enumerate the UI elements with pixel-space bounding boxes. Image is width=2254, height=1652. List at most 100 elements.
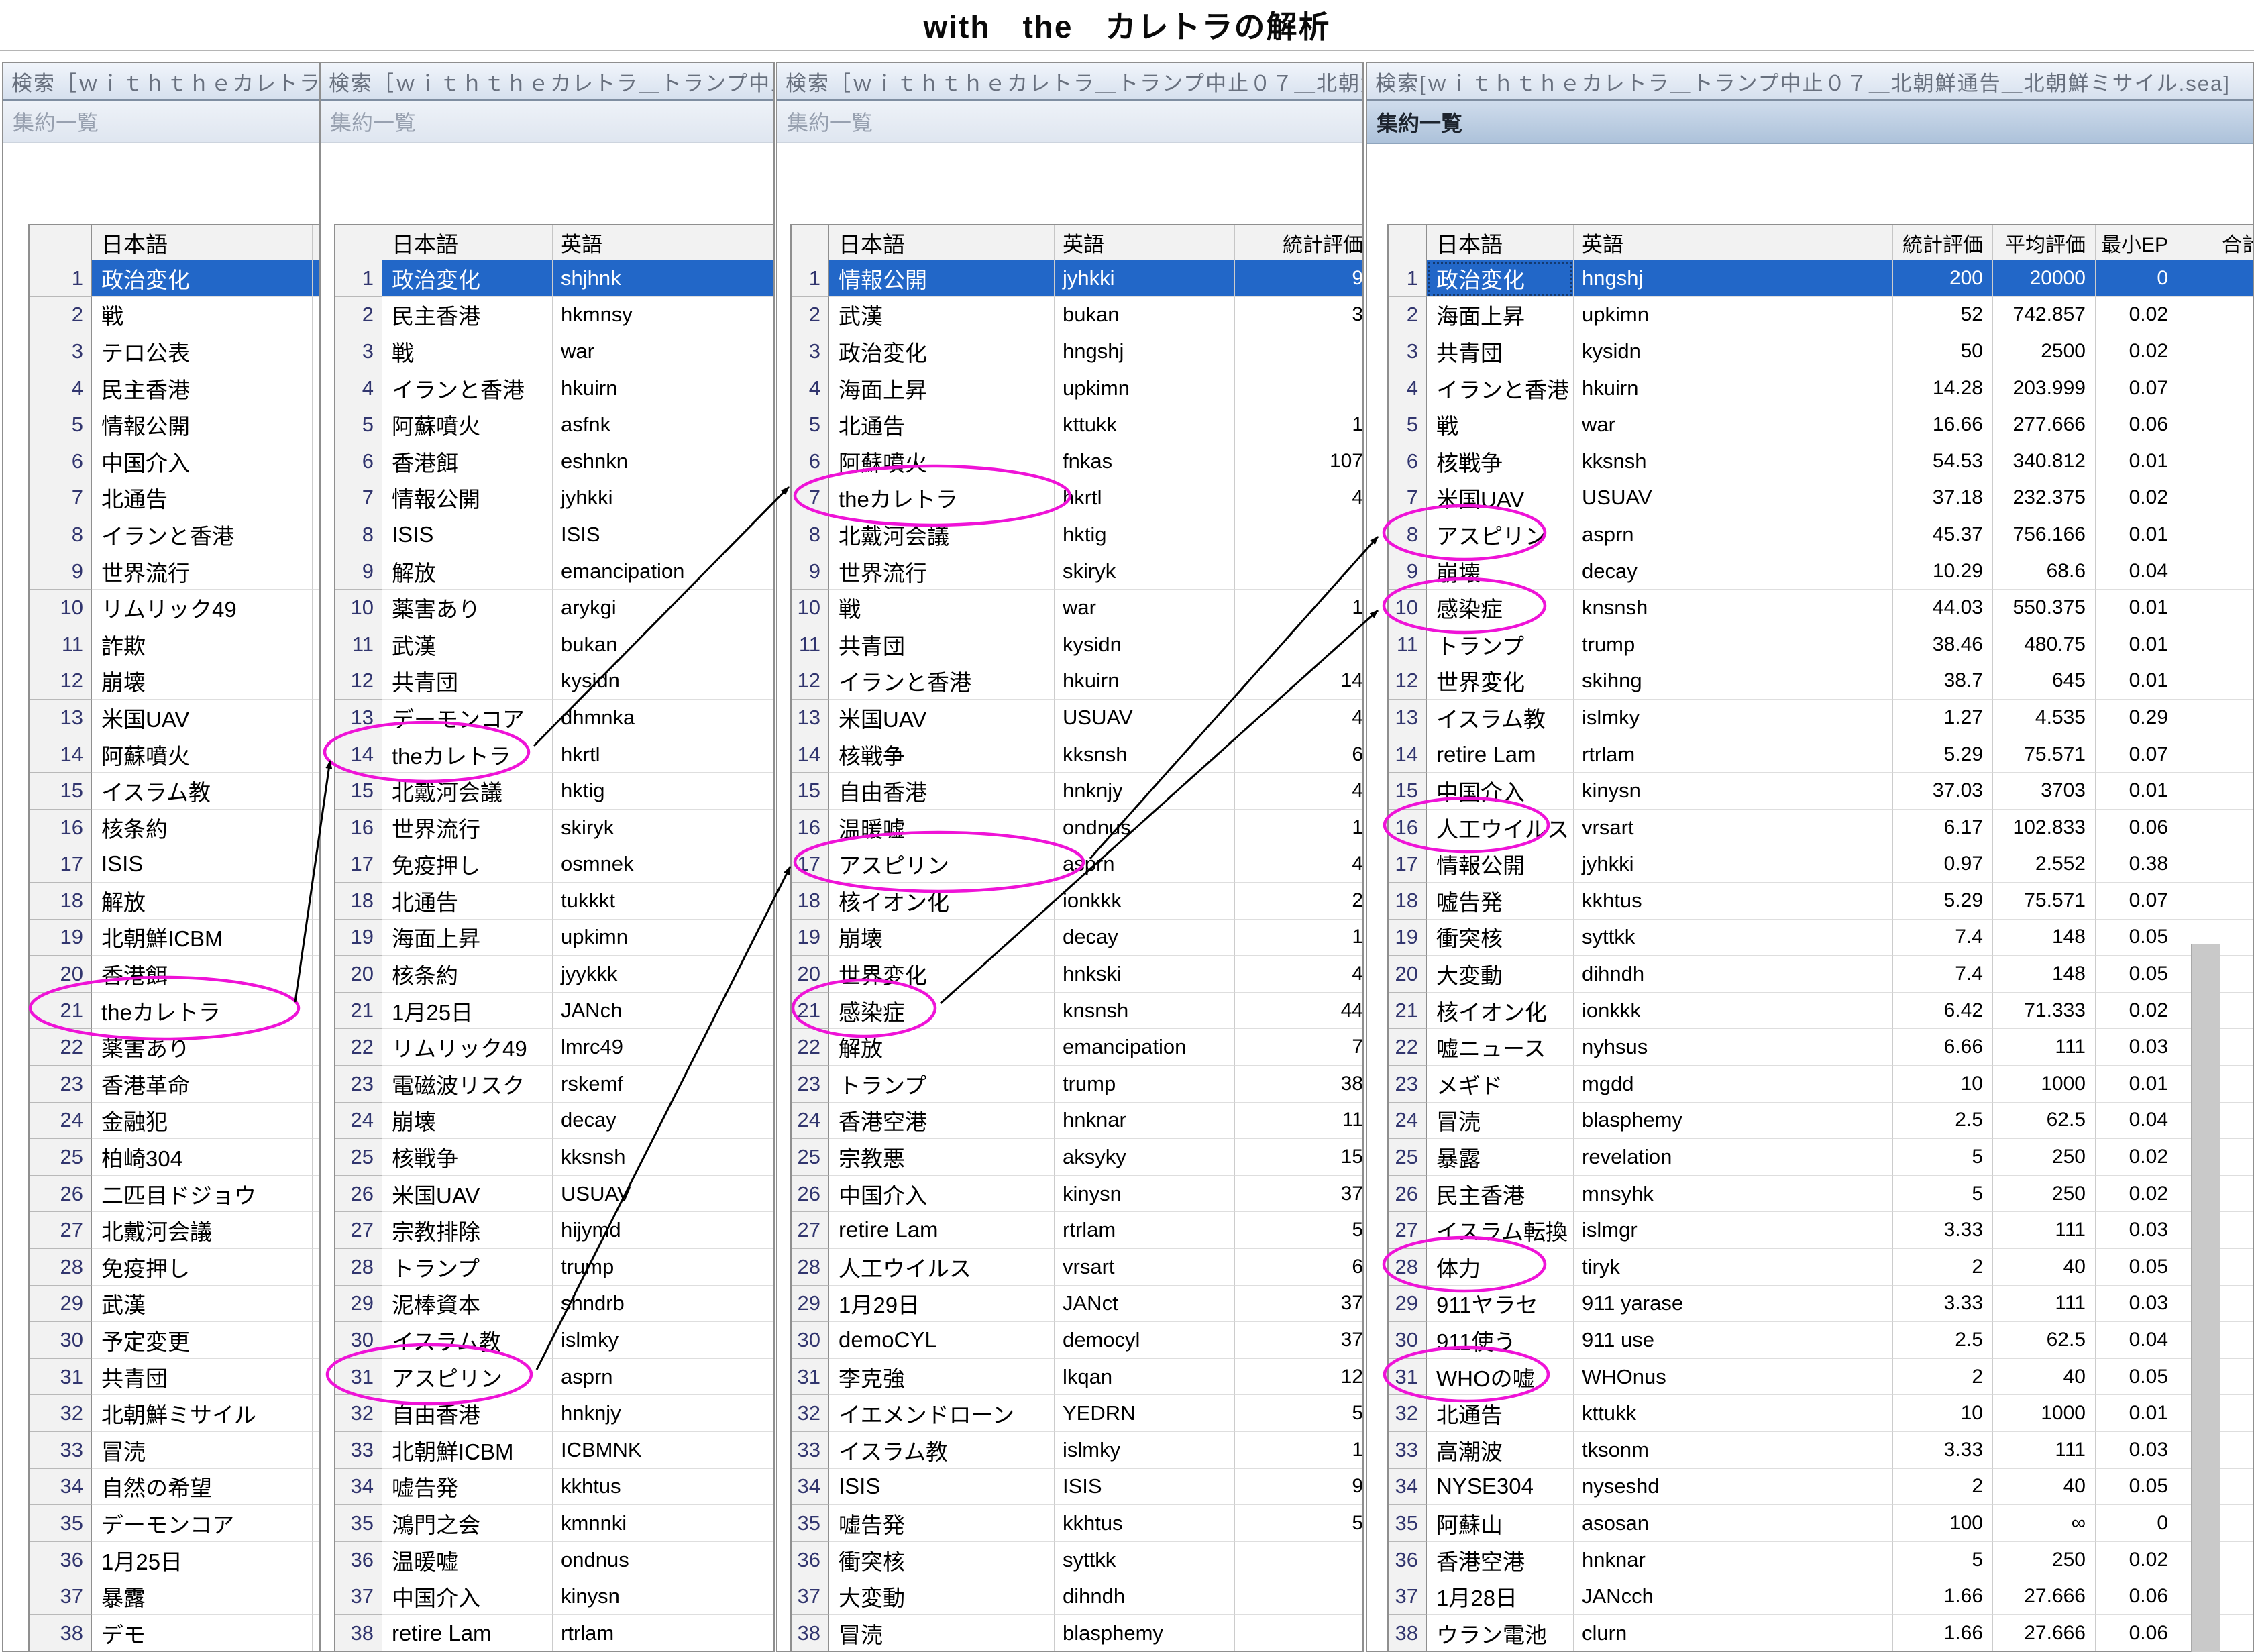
table-row[interactable]: 7北通告 (30, 480, 320, 517)
table-row[interactable]: 26米国UAVUSUAV (335, 1176, 775, 1213)
table-row[interactable]: 30予定変更 (30, 1322, 320, 1359)
table-row[interactable]: 21感染症knsnsh44 (792, 993, 1364, 1030)
table-row[interactable]: 23香港革命 (30, 1066, 320, 1103)
table-row[interactable]: 28体力tiryk2400.05 (1389, 1249, 2254, 1286)
table-row[interactable]: 14retire Lamrtrlam5.2975.5710.07 (1389, 736, 2254, 773)
table-row[interactable]: 11詐欺 (30, 626, 320, 663)
table-row[interactable]: 13イスラム教islmky1.274.5350.29 (1389, 700, 2254, 736)
table-row[interactable]: 4民主香港 (30, 370, 320, 407)
table-row[interactable]: 291月29日JANct37 (792, 1286, 1364, 1323)
table-row[interactable]: 32北通告kttukk1010000.01 (1389, 1395, 2254, 1432)
table-row[interactable]: 3共青団kysidn5025000.02 (1389, 333, 2254, 370)
table-row[interactable]: 36温暖嘘ondnus (335, 1542, 775, 1579)
table-row[interactable]: 30911使う911 use2.562.50.04 (1389, 1322, 2254, 1359)
table-row[interactable]: 3戦war (335, 333, 775, 370)
table-row[interactable]: 18北通告tukkkt (335, 883, 775, 920)
table-row[interactable]: 361月25日 (30, 1542, 320, 1579)
table-row[interactable]: 22リムリック49lmrc49 (335, 1029, 775, 1066)
table-row[interactable]: 4イランと香港hkuirn (335, 370, 775, 407)
table-row[interactable]: 23メギドmgdd1010000.01 (1389, 1066, 2254, 1103)
table-row[interactable]: 20大変動dihndh7.41480.05 (1389, 956, 2254, 993)
table-row[interactable]: 32自由香港hnknjy (335, 1395, 775, 1432)
table-row[interactable]: 6阿蘇噴火fnkas107 (792, 443, 1364, 480)
table-row[interactable]: 33高潮波tksonm3.331110.03 (1389, 1432, 2254, 1469)
table-row[interactable]: 24金融犯 (30, 1103, 320, 1140)
table-row[interactable]: 35嘘告発kkhtus5 (792, 1505, 1364, 1542)
table-row[interactable]: 26民主香港mnsyhk52500.02 (1389, 1176, 2254, 1213)
table-row[interactable]: 20香港餌 (30, 956, 320, 993)
table-row[interactable]: 26中国介入kinysn37 (792, 1176, 1364, 1213)
table-row[interactable]: 19海面上昇upkimn (335, 920, 775, 956)
table-row[interactable]: 6核戦争kksnsh54.53340.8120.01 (1389, 443, 2254, 480)
table-row[interactable]: 2民主香港hkmnsy (335, 297, 775, 334)
table-row[interactable]: 17情報公開jyhkki0.972.5520.38 (1389, 846, 2254, 883)
table-row[interactable]: 18嘘告発kkhtus5.2975.5710.07 (1389, 883, 2254, 920)
table-row[interactable]: 21theカレトラ (30, 993, 320, 1030)
table-row[interactable]: 34嘘告発kkhtus (335, 1469, 775, 1506)
table-row[interactable]: 12共青団kysidn (335, 663, 775, 700)
table-row[interactable]: 10戦war1 (792, 590, 1364, 626)
table-row[interactable]: 28人工ウイルスvrsart6 (792, 1249, 1364, 1286)
table-row[interactable]: 1情報公開jyhkki9 (792, 260, 1364, 297)
table-row[interactable]: 22薬害あり (30, 1029, 320, 1066)
table-row[interactable]: 18核イオン化ionkkk2 (792, 883, 1364, 920)
table-row[interactable]: 20核条約jyykkk (335, 956, 775, 993)
table-row[interactable]: 19衝突核syttkk7.41480.05 (1389, 920, 2254, 956)
table-row[interactable]: 5情報公開 (30, 406, 320, 443)
table-row[interactable]: 17免疫押しosmnek (335, 846, 775, 883)
table-row[interactable]: 37暴露 (30, 1578, 320, 1615)
table-row[interactable]: 32北朝鮮ミサイル (30, 1395, 320, 1432)
table-row[interactable]: 31共青団 (30, 1359, 320, 1396)
table-row[interactable]: 6香港餌eshnkn (335, 443, 775, 480)
table-row[interactable]: 8イランと香港 (30, 516, 320, 553)
table-row[interactable]: 26二匹目ドジョウ (30, 1176, 320, 1213)
table-row[interactable]: 35デーモンコア (30, 1505, 320, 1542)
table-row[interactable]: 15中国介入kinysn37.0337030.01 (1389, 773, 2254, 810)
table-row[interactable]: 11武漢bukan (335, 626, 775, 663)
table-row[interactable]: 25核戦争kksnsh (335, 1139, 775, 1176)
table-row[interactable]: 34NYSE304nyseshd2400.05 (1389, 1469, 2254, 1506)
table-row[interactable]: 25暴露revelation52500.02 (1389, 1139, 2254, 1176)
scrollbar-track[interactable] (2191, 944, 2220, 1652)
table-row[interactable]: 25宗教悪aksyky15 (792, 1139, 1364, 1176)
table-row[interactable]: 3テロ公表 (30, 333, 320, 370)
table-row[interactable]: 27イスラム転換islmgr3.331110.03 (1389, 1212, 2254, 1249)
table-row[interactable]: 8ISISISIS (335, 516, 775, 553)
table-row[interactable]: 21核イオン化ionkkk6.4271.3330.02 (1389, 993, 2254, 1030)
table-row[interactable]: 34ISISISIS9 (792, 1469, 1364, 1506)
table-row[interactable]: 24香港空港hnknar11 (792, 1103, 1364, 1140)
table-row[interactable]: 15自由香港hnknjy4 (792, 773, 1364, 810)
table-row[interactable]: 30demoCYLdemocyl37 (792, 1322, 1364, 1359)
table-row[interactable]: 33冒涜 (30, 1432, 320, 1469)
table-row[interactable]: 16温暖嘘ondnus1 (792, 810, 1364, 846)
table-row[interactable]: 15イスラム教 (30, 773, 320, 810)
table-row[interactable]: 34自然の希望 (30, 1469, 320, 1506)
table-row[interactable]: 22解放emancipation7 (792, 1029, 1364, 1066)
table-row[interactable]: 14阿蘇噴火 (30, 736, 320, 773)
table-row[interactable]: 38retire Lamrtrlam (335, 1615, 775, 1652)
table-row[interactable]: 31アスピリンasprn (335, 1359, 775, 1396)
table-row[interactable]: 11共青団kysidn (792, 626, 1364, 663)
table-row[interactable]: 10薬害ありarykgi (335, 590, 775, 626)
table-row[interactable]: 211月25日JANch (335, 993, 775, 1030)
table-row[interactable]: 36香港空港hnknar52500.02 (1389, 1542, 2254, 1579)
table-row[interactable]: 23電磁波リスクrskemf (335, 1066, 775, 1103)
table-row[interactable]: 9解放emancipation (335, 553, 775, 590)
table-row[interactable]: 17ISIS (30, 846, 320, 883)
table-row[interactable]: 4イランと香港hkuirn14.28203.9990.07 (1389, 370, 2254, 407)
table-row[interactable]: 29911ヤラセ911 yarase3.331110.03 (1389, 1286, 2254, 1323)
table-row[interactable]: 16人工ウイルスvrsart6.17102.8330.06 (1389, 810, 2254, 846)
table-row[interactable]: 36衝突核syttkk (792, 1542, 1364, 1579)
table-row[interactable]: 12崩壊 (30, 663, 320, 700)
table-row[interactable]: 16核条約 (30, 810, 320, 846)
table-row[interactable]: 38デモ (30, 1615, 320, 1652)
table-row[interactable]: 3政治変化hngshj (792, 333, 1364, 370)
table-row[interactable]: 9崩壊decay10.2968.60.04 (1389, 553, 2254, 590)
table-row[interactable]: 4海面上昇upkimn (792, 370, 1364, 407)
table-row[interactable]: 1政治変化 (30, 260, 320, 297)
table-row[interactable]: 13デーモンコアdhmnka (335, 700, 775, 736)
table-row[interactable]: 27retire Lamrtrlam5 (792, 1212, 1364, 1249)
table-row[interactable]: 22嘘ニュースnyhsus6.661110.03 (1389, 1029, 2254, 1066)
table-row[interactable]: 15北戴河会議hktig (335, 773, 775, 810)
table-row[interactable]: 29武漢 (30, 1286, 320, 1323)
